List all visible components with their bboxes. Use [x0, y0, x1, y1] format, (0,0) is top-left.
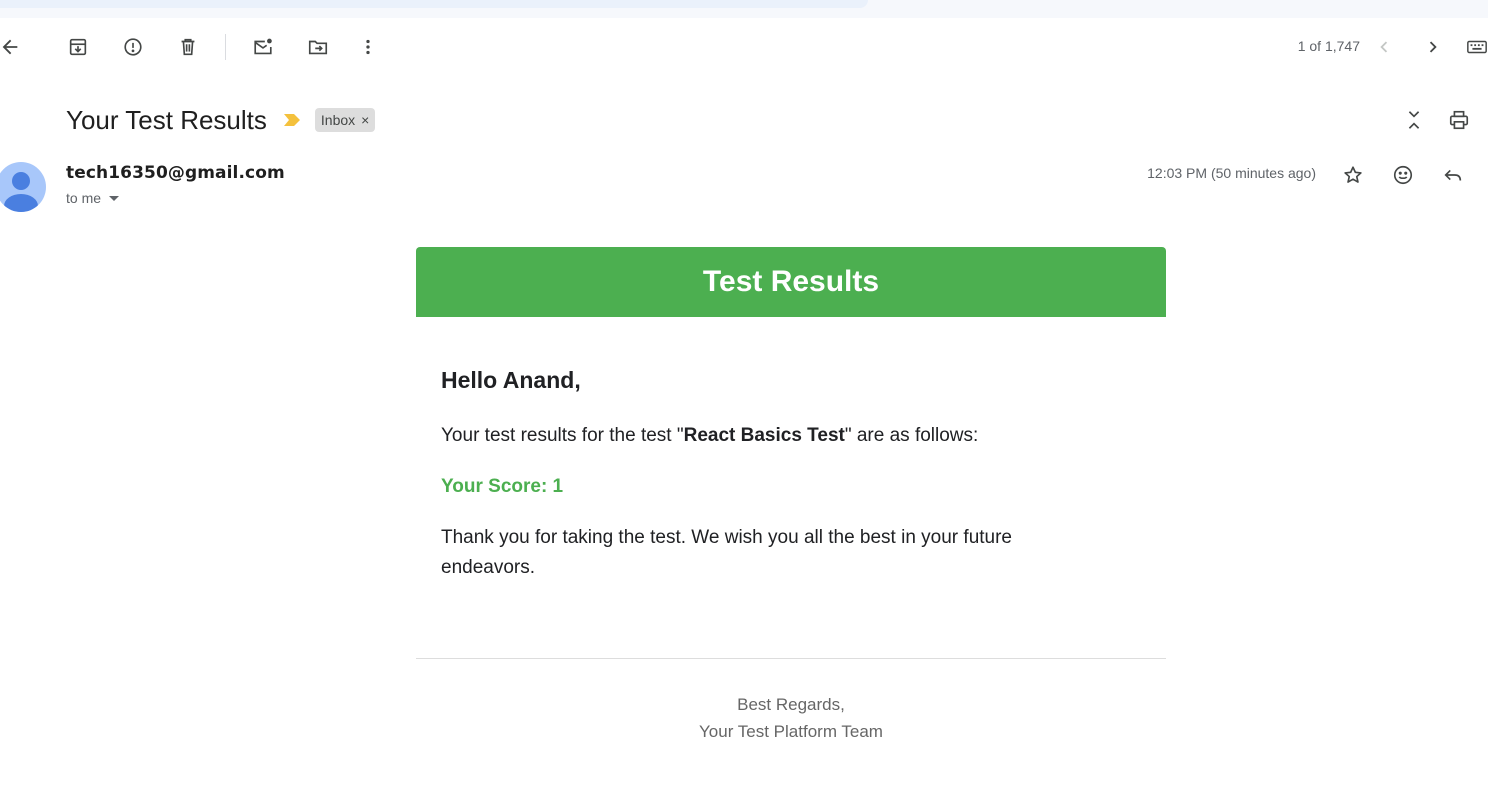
score-text: Your Score: 1: [441, 476, 564, 497]
search-bar-edge[interactable]: [0, 0, 868, 8]
recipient-text: to me: [66, 190, 102, 206]
signoff-line-2: Your Test Platform Team: [699, 722, 883, 741]
importance-marker-icon[interactable]: [283, 113, 301, 127]
banner-title: Test Results: [702, 265, 880, 298]
chevron-left-icon[interactable]: [1366, 29, 1402, 65]
pagination-count: 1 of 1,747: [1297, 38, 1360, 54]
remove-label-icon[interactable]: ×: [361, 112, 369, 128]
intro-suffix: " are as follows:: [844, 425, 979, 446]
keyboard-icon[interactable]: [1460, 29, 1488, 65]
sender-email[interactable]: tech16350@gmail.com: [66, 163, 285, 183]
move-to-icon[interactable]: [300, 29, 336, 65]
sender-avatar[interactable]: [0, 162, 46, 212]
message-toolbar: 1 of 1,747: [0, 18, 1488, 76]
mark-unread-icon[interactable]: [245, 29, 281, 65]
star-icon[interactable]: [1336, 158, 1370, 192]
thanks-paragraph: Thank you for taking the test. We wish y…: [441, 527, 1013, 578]
top-app-bar-edge: [0, 0, 1488, 18]
arrow-left-icon[interactable]: [0, 29, 28, 65]
print-icon[interactable]: [1442, 103, 1476, 137]
signoff: Best Regards, Your Test Platform Team: [416, 691, 1166, 745]
emoji-icon[interactable]: [1386, 158, 1420, 192]
archive-icon[interactable]: [60, 29, 96, 65]
email-subject: Your Test Results: [66, 104, 267, 135]
label-chip-inbox: Inbox ×: [314, 108, 376, 132]
subject-row: Your Test Results Inbox ×: [66, 100, 376, 140]
recipient-line: to me: [66, 190, 120, 206]
signoff-line-1: Best Regards,: [737, 695, 845, 714]
toolbar-divider: [225, 34, 226, 60]
intro-prefix: Your test results for the test ": [441, 425, 684, 446]
reply-icon[interactable]: [1436, 158, 1470, 192]
more-vert-icon[interactable]: [350, 29, 386, 65]
results-banner: Test Results: [416, 247, 1166, 317]
email-content: Hello Anand, Your test results for the t…: [416, 317, 1166, 583]
test-name: React Basics Test: [683, 425, 845, 446]
report-spam-icon[interactable]: [115, 29, 151, 65]
email-timestamp: 12:03 PM (50 minutes ago): [1147, 165, 1316, 181]
trash-icon[interactable]: [170, 29, 206, 65]
collapse-all-icon[interactable]: [1397, 103, 1431, 137]
footer-divider: [416, 658, 1166, 659]
chevron-down-icon[interactable]: [109, 195, 120, 201]
email-body: Test Results Hello Anand, Your test resu…: [416, 247, 1166, 745]
label-chip-text: Inbox: [320, 112, 356, 128]
intro-paragraph: Your test results for the test "React Ba…: [441, 421, 1141, 451]
chevron-right-icon[interactable]: [1415, 29, 1451, 65]
greeting: Hello Anand,: [441, 367, 581, 393]
